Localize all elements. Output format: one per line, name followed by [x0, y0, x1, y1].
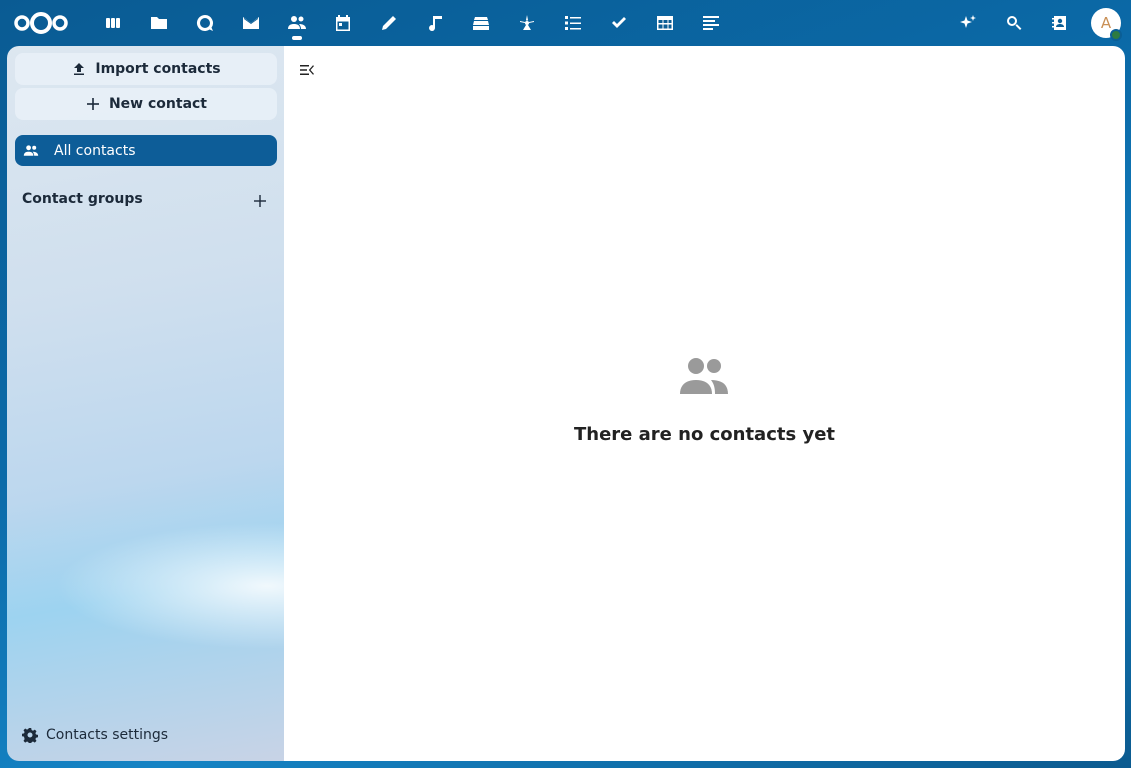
online-status-icon [1110, 29, 1122, 41]
all-contacts-label: All contacts [54, 142, 136, 159]
sidebar-item-all-contacts[interactable]: All contacts [15, 135, 277, 166]
notes-icon[interactable] [366, 0, 412, 46]
contacts-group-icon [23, 144, 39, 156]
nextcloud-logo-icon[interactable] [12, 8, 70, 38]
contacts-menu-icon[interactable] [1037, 0, 1083, 46]
search-icon[interactable] [991, 0, 1037, 46]
gear-icon [22, 728, 38, 743]
contacts-empty-icon [679, 356, 729, 396]
import-contacts-button[interactable]: Import contacts [15, 53, 277, 85]
contacts-settings-button[interactable]: Contacts settings [22, 727, 168, 743]
empty-content-message: There are no contacts yet [574, 424, 835, 445]
top-header: A [0, 0, 1131, 46]
tables-icon[interactable] [642, 0, 688, 46]
plus-icon [254, 195, 266, 207]
add-group-button[interactable] [249, 190, 271, 212]
collectives-icon[interactable] [688, 0, 734, 46]
header-right: A [945, 0, 1131, 46]
music-icon[interactable] [412, 0, 458, 46]
deck-icon[interactable] [458, 0, 504, 46]
user-menu[interactable]: A [1083, 0, 1129, 46]
checklist-icon[interactable] [596, 0, 642, 46]
new-contact-button[interactable]: New contact [15, 88, 277, 120]
contacts-icon[interactable] [274, 0, 320, 46]
dashboard-icon[interactable] [90, 0, 136, 46]
contact-groups-heading: Contact groups [22, 191, 143, 207]
toggle-navigation-button[interactable] [296, 59, 318, 81]
talk-icon[interactable] [182, 0, 228, 46]
menu-collapse-icon [300, 65, 314, 75]
mail-icon[interactable] [228, 0, 274, 46]
app-navigation: Import contacts New contact All contacts… [7, 46, 284, 761]
files-icon[interactable] [136, 0, 182, 46]
tasks-icon[interactable] [550, 0, 596, 46]
assistant-sparkle-icon[interactable] [945, 0, 991, 46]
contacts-settings-label: Contacts settings [46, 727, 169, 743]
calendar-icon[interactable] [320, 0, 366, 46]
app-menu [90, 0, 734, 46]
import-contacts-label: Import contacts [95, 61, 221, 77]
plus-icon [86, 98, 99, 110]
activity-icon[interactable] [504, 0, 550, 46]
upload-icon [74, 63, 85, 75]
new-contact-label: New contact [108, 96, 208, 112]
main-content: There are no contacts yet [284, 46, 1125, 761]
